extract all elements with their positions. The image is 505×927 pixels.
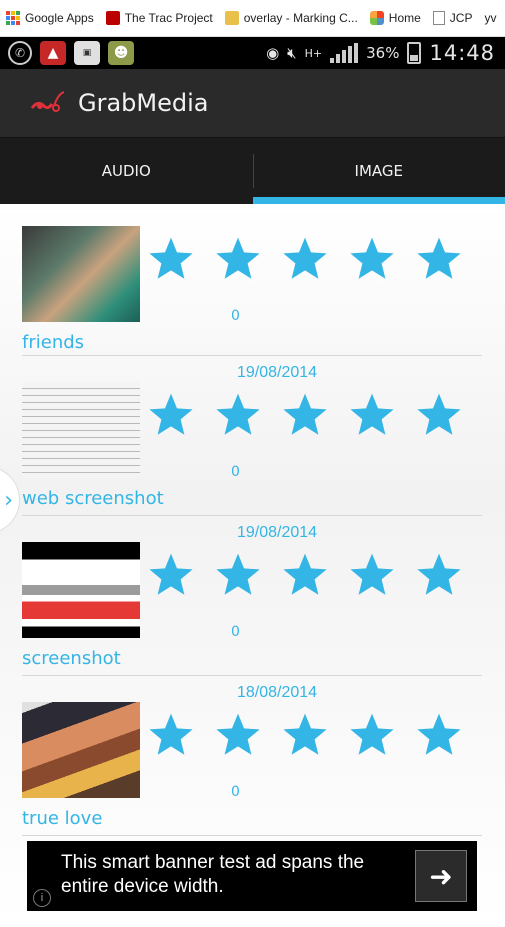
star-icon[interactable] — [415, 550, 463, 598]
divider — [22, 355, 482, 356]
ad-info-icon[interactable]: i — [33, 889, 51, 907]
media-list[interactable]: 0 friends 19/08/2014 0 web screenshot 19… — [0, 204, 505, 927]
item-date: 18/08/2014 — [237, 684, 318, 701]
item-title: friends — [22, 332, 85, 353]
ad-banner[interactable]: This smart banner test ad spans the enti… — [27, 841, 477, 911]
network-type-label: H+ — [304, 46, 323, 60]
star-icon[interactable] — [281, 390, 329, 438]
star-icon[interactable] — [348, 550, 396, 598]
item-date: 19/08/2014 — [237, 524, 318, 541]
star-icon[interactable] — [147, 550, 195, 598]
rating-value: 0 — [231, 784, 240, 800]
star-icon[interactable] — [281, 710, 329, 758]
image-thumbnail[interactable] — [22, 702, 140, 798]
item-title: true love — [22, 808, 103, 829]
bookmark-trac-project[interactable]: The Trac Project — [105, 11, 213, 25]
arrow-right-icon: ➜ — [429, 860, 453, 892]
tab-bar: AUDIO IMAGE — [0, 138, 505, 204]
bookmark-label: overlay - Marking C... — [243, 11, 358, 25]
ad-text: This smart banner test ad spans the enti… — [61, 852, 365, 897]
clock: 14:48 — [429, 41, 495, 65]
divider — [22, 675, 482, 676]
item-title: web screenshot — [22, 488, 164, 509]
status-bar: ✆ ▲ ▣ ☻ ◉ 🔇︎ H+ 36% 14:48 — [0, 37, 505, 69]
tab-label: AUDIO — [101, 162, 151, 180]
bookmark-overlay[interactable]: overlay - Marking C... — [224, 11, 358, 25]
list-item[interactable]: 0 friends — [22, 204, 482, 364]
mute-icon: 🔇︎ — [287, 44, 297, 62]
talking-tom-icon: ☻ — [108, 41, 134, 65]
chevron-right-icon: › — [4, 487, 13, 513]
star-icon[interactable] — [281, 234, 329, 282]
bookmark-label: Google Apps — [25, 11, 94, 25]
star-rating[interactable] — [147, 710, 463, 758]
star-icon[interactable] — [214, 390, 262, 438]
page-icon — [432, 11, 445, 25]
bookmark-label: yv — [484, 11, 497, 25]
bookmark-label: The Trac Project — [124, 11, 213, 25]
image-thumbnail[interactable] — [22, 542, 140, 638]
tab-label: IMAGE — [354, 162, 403, 180]
star-icon[interactable] — [147, 390, 195, 438]
star-icon[interactable] — [214, 550, 262, 598]
bookmark-label: Home — [388, 11, 421, 25]
bookmark-yv[interactable]: yv — [484, 11, 496, 25]
bookmark-home[interactable]: Home — [369, 11, 421, 25]
bookmark-label: JCP — [449, 11, 473, 25]
overlay-icon — [224, 11, 239, 25]
star-rating[interactable] — [147, 234, 463, 282]
bookmarks-bar: Google Apps The Trac Project overlay - M… — [0, 0, 505, 37]
galaxy-store-icon: ▣ — [74, 41, 100, 65]
image-thumbnail[interactable] — [22, 382, 140, 478]
action-bar: GrabMedia — [0, 69, 505, 138]
divider — [22, 515, 482, 516]
app-logo-icon[interactable] — [28, 88, 68, 118]
bookmark-google-apps[interactable]: Google Apps — [6, 11, 94, 25]
list-item[interactable]: 18/08/2014 0 true love — [22, 680, 482, 840]
tab-image[interactable]: IMAGE — [252, 138, 505, 204]
signal-icon — [330, 43, 359, 63]
rating-value: 0 — [231, 624, 240, 640]
star-icon[interactable] — [147, 234, 195, 282]
star-icon[interactable] — [415, 710, 463, 758]
app-title: GrabMedia — [78, 89, 209, 117]
star-icon[interactable] — [415, 234, 463, 282]
list-item[interactable]: 19/08/2014 0 screenshot — [22, 520, 482, 680]
star-icon[interactable] — [147, 710, 195, 758]
apps-grid-icon — [6, 11, 20, 25]
app-notification-icon: ▲ — [40, 41, 66, 65]
ad-arrow-button[interactable]: ➜ — [415, 850, 467, 902]
star-icon[interactable] — [348, 234, 396, 282]
star-rating[interactable] — [147, 390, 463, 438]
whatsapp-icon: ✆ — [8, 41, 32, 65]
rating-value: 0 — [231, 464, 240, 480]
trac-icon — [105, 11, 120, 25]
image-thumbnail[interactable] — [22, 226, 140, 322]
star-icon[interactable] — [281, 550, 329, 598]
tab-audio[interactable]: AUDIO — [0, 138, 253, 204]
item-date: 19/08/2014 — [237, 364, 318, 381]
battery-percent: 36% — [366, 44, 400, 62]
star-icon[interactable] — [214, 710, 262, 758]
rating-value: 0 — [231, 308, 240, 324]
list-item[interactable]: 19/08/2014 0 web screenshot — [22, 360, 482, 520]
joomla-icon — [369, 11, 384, 25]
battery-icon — [407, 42, 422, 64]
bookmark-jcp[interactable]: JCP — [432, 11, 473, 25]
eye-icon: ◉ — [266, 44, 280, 62]
star-icon[interactable] — [348, 710, 396, 758]
star-icon[interactable] — [415, 390, 463, 438]
star-rating[interactable] — [147, 550, 463, 598]
divider — [22, 835, 482, 836]
item-title: screenshot — [22, 648, 121, 669]
star-icon[interactable] — [214, 234, 262, 282]
star-icon[interactable] — [348, 390, 396, 438]
